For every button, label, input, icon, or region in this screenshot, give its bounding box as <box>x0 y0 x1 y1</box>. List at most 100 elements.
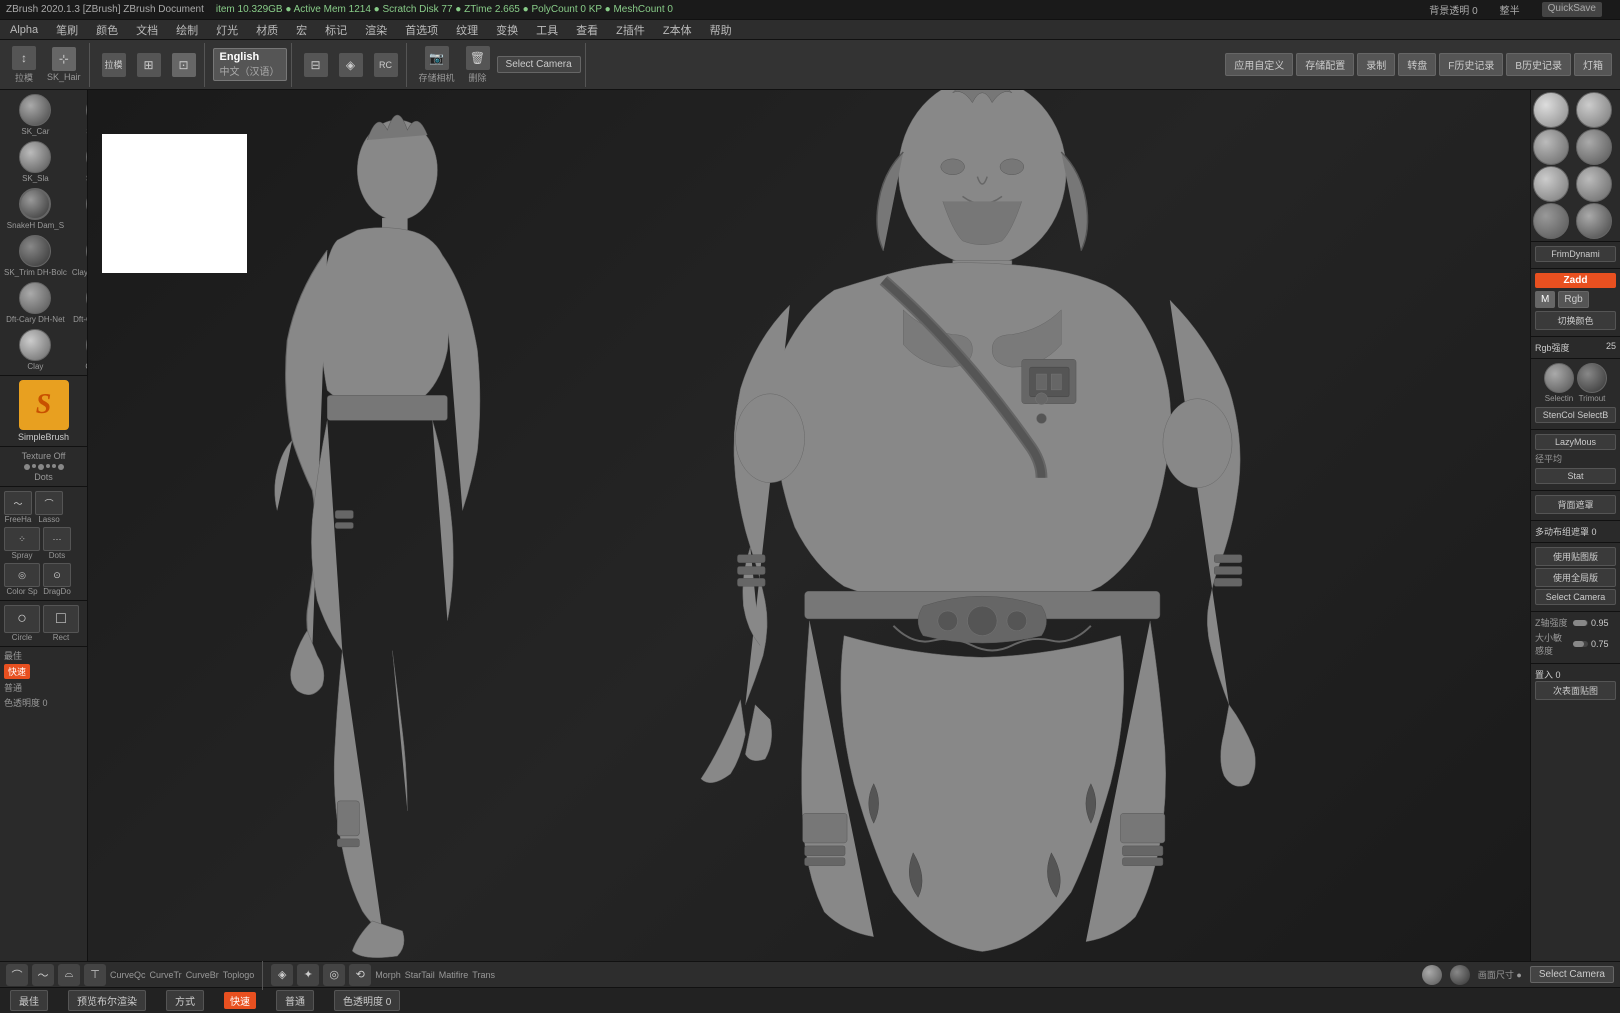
lasso-stroke[interactable]: ⌒ Lasso <box>35 491 63 524</box>
menu-light[interactable]: 灯光 <box>210 20 244 40</box>
select-camera-right-btn[interactable]: Select Camera <box>1535 589 1616 605</box>
menu-texture[interactable]: 纹理 <box>450 20 484 40</box>
apply-custom-btn[interactable]: 应用自定义 <box>1225 53 1293 76</box>
menu-zbody[interactable]: Z本体 <box>657 20 698 40</box>
brush-cliftsme[interactable]: Clift/Sme <box>70 327 88 373</box>
trans-btn[interactable]: ⟲ <box>349 964 371 986</box>
store-camera-btn[interactable]: 📷 存储相机 <box>415 44 459 86</box>
menu-brush[interactable]: 笔刷 <box>50 20 84 40</box>
sphere-6[interactable] <box>1576 166 1612 202</box>
menu-transform[interactable]: 变换 <box>490 20 524 40</box>
mode-m-btn[interactable]: M <box>1535 291 1555 308</box>
sk-hair-btn[interactable]: ⊹ SK_Hair <box>43 45 85 84</box>
zadd-button[interactable]: Zadd <box>1535 273 1616 288</box>
morph-btn[interactable]: ◈ <box>271 964 293 986</box>
use-texture-btn[interactable]: 使用贴图版 <box>1535 547 1616 566</box>
quicksave-btn[interactable]: QuickSave <box>1542 2 1602 17</box>
simple-brush-icon[interactable]: S <box>19 380 69 430</box>
store-config-btn[interactable]: 存储配置 <box>1296 53 1354 76</box>
toplogo-btn[interactable]: ⊤ <box>84 964 106 986</box>
use-full-btn[interactable]: 使用全局版 <box>1535 568 1616 587</box>
tool-extra-1[interactable]: ⊟ <box>300 51 332 79</box>
sphere-small-2[interactable] <box>1450 965 1470 985</box>
brush-sk[interactable]: SK <box>70 186 88 232</box>
normal-status-btn[interactable]: 普通 <box>276 990 314 1011</box>
backface-btn[interactable]: 背面遮罩 <box>1535 495 1616 514</box>
brush-clay[interactable]: Clay <box>2 327 69 373</box>
size-track[interactable] <box>1573 641 1588 647</box>
sphere-7[interactable] <box>1533 203 1569 239</box>
language-dropdown[interactable]: English 中文（汉语） <box>213 48 287 81</box>
mode-status-btn[interactable]: 方式 <box>166 990 204 1011</box>
freeh-stroke[interactable]: 〜 FreeHa <box>4 491 32 524</box>
frimdynamic-btn[interactable]: FrimDynami <box>1535 246 1616 262</box>
brush-sk-trim-dh[interactable]: SK_Trim DH-Bolc <box>2 233 69 279</box>
menu-tool[interactable]: 工具 <box>530 20 564 40</box>
sphere-1[interactable] <box>1533 92 1569 128</box>
lazymouse-btn[interactable]: LazyMous <box>1535 434 1616 450</box>
brush-sk-clay[interactable]: SK_Clay <box>70 139 88 185</box>
ctrl-btn-3[interactable]: ⊡ <box>168 51 200 79</box>
menu-preferences[interactable]: 首选项 <box>399 20 444 40</box>
menu-help[interactable]: 帮助 <box>704 20 738 40</box>
menu-alpha[interactable]: Alpha <box>4 22 44 38</box>
tool-extra-2[interactable]: ◈ <box>335 51 367 79</box>
menu-marker[interactable]: 标记 <box>319 20 353 40</box>
spray-stroke[interactable]: ⁘ Spray <box>4 527 40 560</box>
subsurface-btn[interactable]: 次表面贴图 <box>1535 681 1616 700</box>
brush-sk-trim[interactable]: SK_Trim <box>70 92 88 138</box>
trimout-btn[interactable]: Trimout <box>1577 363 1607 403</box>
move-tool-btn[interactable]: ↕ 拉模 <box>8 44 40 86</box>
sphere-2[interactable] <box>1576 92 1612 128</box>
sphere-5[interactable] <box>1533 166 1569 202</box>
selectin-btn[interactable]: Selectin <box>1544 363 1574 403</box>
switch-color-btn[interactable]: 切换颜色 <box>1535 311 1616 330</box>
dots-stroke[interactable]: ··· Dots <box>43 527 71 560</box>
tool-extra-3[interactable]: RC <box>370 51 402 79</box>
curve-tr-btn[interactable]: 〜 <box>32 964 54 986</box>
menu-material[interactable]: 材质 <box>250 20 284 40</box>
brush-sk-car[interactable]: SK_Car <box>2 92 69 138</box>
rect-shape[interactable]: □ Rect <box>43 605 79 642</box>
brush-dft-clay[interactable]: Dft-Clay DH-Sld <box>70 280 88 326</box>
best-status-btn[interactable]: 最佳 <box>10 990 48 1011</box>
canvas-area[interactable] <box>88 90 1530 961</box>
brush-snakeh-dams[interactable]: SnakeH Dam_S <box>2 186 69 232</box>
circle-shape[interactable]: ○ Circle <box>4 605 40 642</box>
mode-rgb-btn[interactable]: Rgb <box>1558 291 1588 308</box>
matifire-btn[interactable]: ◎ <box>323 964 345 986</box>
f-history-btn[interactable]: F历史记录 <box>1439 53 1503 76</box>
select-camera-dropdown[interactable]: Select Camera <box>497 56 581 73</box>
lights-btn[interactable]: 灯箱 <box>1574 53 1612 76</box>
menu-render[interactable]: 渲染 <box>359 20 393 40</box>
fast-status-btn[interactable]: 快速 <box>224 992 256 1009</box>
brush-dft-cary[interactable]: Dft-Cary DH-Net <box>2 280 69 326</box>
z-intensity-track[interactable] <box>1573 620 1588 626</box>
menu-draw[interactable]: 绘制 <box>170 20 204 40</box>
menu-color[interactable]: 颜色 <box>90 20 124 40</box>
delete-btn[interactable]: 🗑 删除 <box>462 44 494 86</box>
menu-macro[interactable]: 宏 <box>290 20 313 40</box>
fast-active-label[interactable]: 快速 <box>4 664 30 679</box>
opacity-status-btn[interactable]: 色透明度 0 <box>334 990 400 1011</box>
dragdo-stroke[interactable]: ⊙ DragDo <box>43 563 71 596</box>
turn-btn[interactable]: 转盘 <box>1398 53 1436 76</box>
preview-bool-btn[interactable]: 预览布尔渲染 <box>68 990 146 1011</box>
menu-zplugin[interactable]: Z插件 <box>610 20 651 40</box>
stencol-btn[interactable]: StenCol SelectB <box>1535 407 1616 423</box>
snap-btn[interactable]: Stat <box>1535 468 1616 484</box>
curve-qc-btn[interactable]: ⌒ <box>6 964 28 986</box>
b-history-btn[interactable]: B历史记录 <box>1506 53 1571 76</box>
colorsp-stroke[interactable]: ◎ Color Sp <box>4 563 40 596</box>
ctrl-btn-1[interactable]: 拉模 <box>98 51 130 79</box>
sphere-4[interactable] <box>1576 129 1612 165</box>
brush-claybal-dh[interactable]: ClayBal DH-Bolc <box>70 233 88 279</box>
ctrl-btn-2[interactable]: ⊞ <box>133 51 165 79</box>
menu-document[interactable]: 文档 <box>130 20 164 40</box>
curve-br-btn[interactable]: ⌓ <box>58 964 80 986</box>
record-btn[interactable]: 录制 <box>1357 53 1395 76</box>
startail-btn[interactable]: ✦ <box>297 964 319 986</box>
brush-sk-sla[interactable]: SK_Sla <box>2 139 69 185</box>
sphere-3[interactable] <box>1533 129 1569 165</box>
sphere-8[interactable] <box>1576 203 1612 239</box>
